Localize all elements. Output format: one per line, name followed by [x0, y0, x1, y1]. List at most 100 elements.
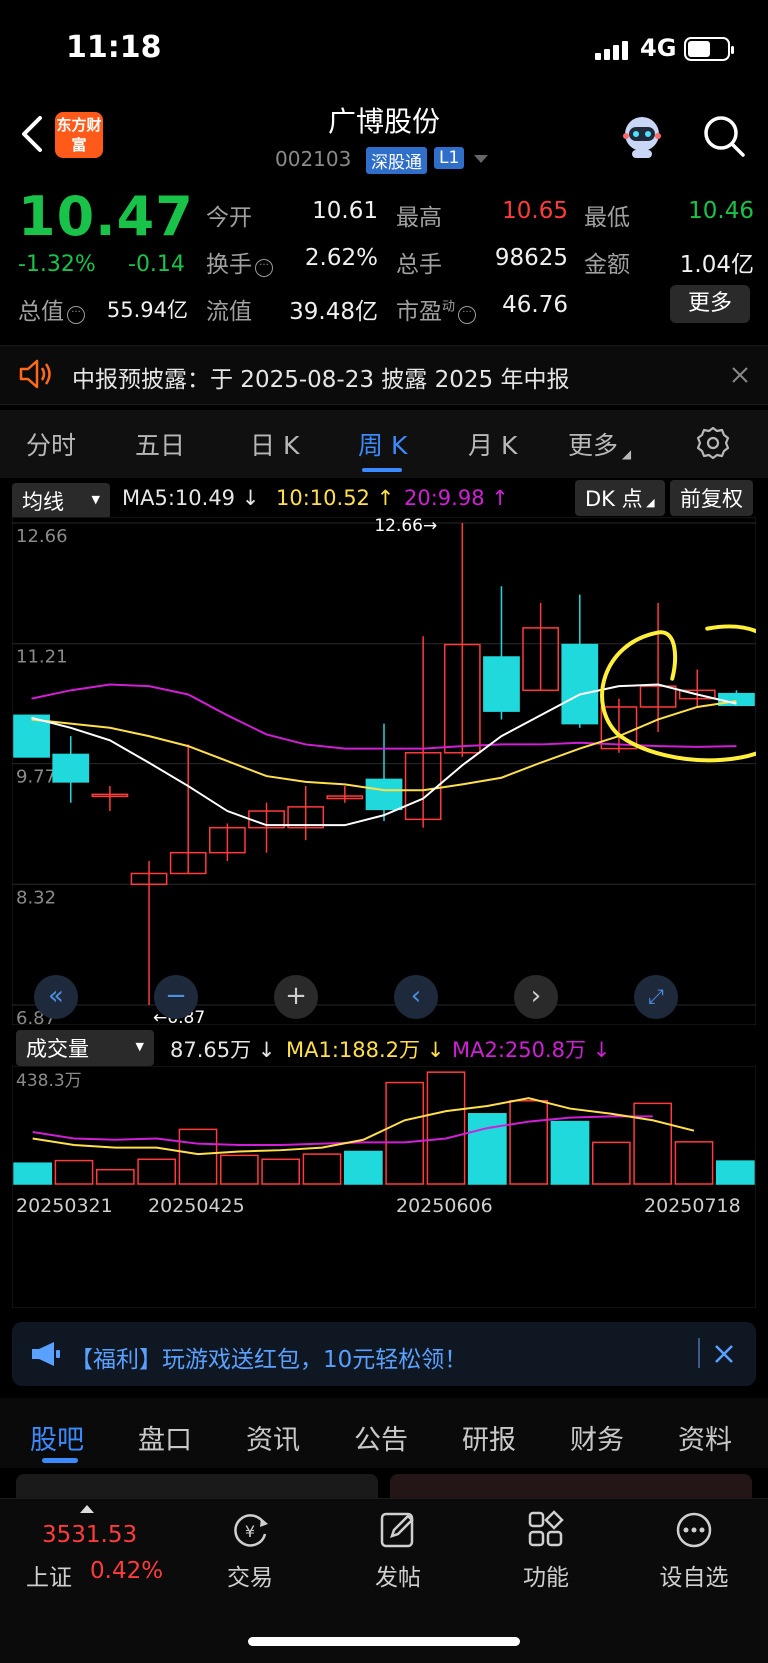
volume-label: 总手 [396, 252, 442, 278]
speaker-icon [19, 359, 51, 389]
info-icon: ··· [458, 306, 477, 324]
volume-bar [13, 1162, 53, 1185]
x-tick-label: 20250425 [148, 1195, 245, 1217]
index-change[interactable]: 0.42% [90, 1558, 163, 1584]
indicator-dropdown[interactable]: 均线 ▼ [12, 483, 110, 519]
amount-value: 1.04亿 [679, 252, 754, 278]
svg-text:¥: ¥ [245, 1522, 255, 1541]
tab-profile[interactable]: 资料 [678, 1418, 732, 1457]
tab-monthly-k[interactable]: 月 K [468, 426, 517, 462]
forum-card[interactable] [390, 1474, 752, 1498]
tab-research[interactable]: 研报 [462, 1418, 516, 1457]
candle-body [365, 778, 403, 811]
index-value[interactable]: 3531.53 [42, 1522, 137, 1548]
tab-orderbook[interactable]: 盘口 [138, 1418, 192, 1457]
caret-icon: ▼ [91, 493, 100, 506]
grid-icon [528, 1510, 564, 1547]
tab-daily-k[interactable]: 日 K [250, 426, 299, 462]
candle-body [561, 643, 599, 725]
megaphone-icon [32, 1342, 60, 1366]
open-value: 10.61 [312, 198, 378, 224]
edit-icon [380, 1512, 414, 1548]
close-icon[interactable] [731, 366, 749, 384]
ma5-readout: MA5:10.49 ↓ [122, 486, 260, 510]
float-value: 39.48亿 [289, 299, 378, 325]
vol-ma2-readout: MA2:250.8万 ↓ [452, 1038, 611, 1062]
close-icon[interactable] [714, 1344, 734, 1364]
tab-weekly-k[interactable]: 周 K [358, 426, 407, 462]
nav-watchlist[interactable]: 设自选 [644, 1510, 744, 1592]
volume-indicator-dropdown[interactable]: 成交量 ▼ [16, 1030, 154, 1066]
robot-assistant-icon[interactable] [618, 112, 666, 160]
index-name[interactable]: 上证 [26, 1558, 72, 1592]
mktcap-value: 55.94亿 [106, 298, 188, 322]
signal-icon [595, 41, 628, 60]
pe-label[interactable]: 市盈动 ··· [396, 292, 477, 326]
nav-functions[interactable]: 功能 [496, 1510, 596, 1592]
volume-chart[interactable]: 438.3万 20250321 20250425 20250606 20250718 [12, 1066, 756, 1308]
tab-news[interactable]: 资讯 [246, 1418, 300, 1457]
info-icon: ··· [67, 306, 85, 324]
caret-icon: ▼ [135, 1040, 144, 1053]
y-tick-label: 9.77 [16, 767, 56, 788]
x-tick-label: 20250718 [644, 1195, 741, 1217]
zoom-out-far-button[interactable]: « [34, 975, 78, 1019]
tab-forum[interactable]: 股吧 [30, 1418, 84, 1457]
ma10-readout: 10:10.52 ↑ [276, 486, 395, 510]
amount-label: 金额 [584, 252, 630, 278]
nav-post[interactable]: 发帖 [348, 1510, 448, 1592]
change-amount: -0.14 [128, 252, 185, 277]
ma20-readout: 20:9.98 ↑ [404, 486, 509, 510]
volume-bar [467, 1113, 507, 1185]
pe-value: 46.76 [502, 292, 568, 318]
y-tick-label: 11.21 [16, 647, 68, 668]
candle-body [483, 656, 520, 712]
change-percent: -1.32% [18, 252, 96, 277]
volume-bar [343, 1150, 383, 1185]
status-time: 11:18 [66, 30, 162, 65]
y-tick-label: 8.32 [16, 887, 56, 908]
high-label: 最高 [396, 205, 442, 231]
open-label: 今开 [206, 205, 252, 231]
level-badge: L1 [434, 147, 465, 169]
code-dropdown-icon[interactable] [474, 155, 488, 165]
nav-trade[interactable]: ¥ 交易 [200, 1510, 300, 1592]
tab-underline [42, 1458, 78, 1463]
x-tick-label: 20250321 [16, 1195, 113, 1217]
mktcap-label[interactable]: 总值 ··· [18, 292, 85, 326]
more-button[interactable]: 更多 [670, 285, 750, 323]
tab-intraday[interactable]: 分时 [26, 426, 76, 462]
tab-financials[interactable]: 财务 [570, 1418, 624, 1457]
volume-frame [12, 1066, 756, 1308]
promo-text: 【福利】玩游戏送红包，10元轻松领！ [70, 1347, 468, 1373]
turnover-label[interactable]: 换手 ··· [206, 245, 273, 279]
connect-badge: 深股通 [366, 147, 427, 174]
fullscreen-icon[interactable]: ⤢ [634, 975, 678, 1019]
search-icon[interactable] [702, 114, 746, 158]
dk-point-button[interactable]: DK 点 ◢ [575, 480, 665, 516]
forum-card[interactable] [16, 1474, 378, 1498]
zoom-in-button[interactable]: + [274, 975, 318, 1019]
kline-chart[interactable]: 12.6611.219.778.326.8712.66→←6.87 [12, 517, 756, 1025]
pan-left-button[interactable]: ‹ [394, 975, 438, 1019]
tab-more[interactable]: 更多 ◢ [568, 426, 631, 462]
network-type: 4G [640, 34, 677, 62]
high-marker: 12.66→ [374, 517, 437, 536]
tab-announcements[interactable]: 公告 [354, 1418, 408, 1457]
notice-text: 中报预披露：于 2025-08-23 披露 2025 年中报 [72, 367, 570, 393]
volume-readout: 87.65万 ↓ [170, 1038, 276, 1062]
pan-right-button[interactable]: › [514, 975, 558, 1019]
last-price: 10.47 [18, 185, 194, 248]
more-dots-icon [676, 1512, 712, 1548]
y-tick-label: 12.66 [16, 526, 68, 547]
home-indicator [248, 1637, 520, 1646]
tab-five-day[interactable]: 五日 [135, 426, 185, 462]
tab-underline [362, 468, 402, 472]
zoom-out-button[interactable]: − [154, 975, 198, 1019]
float-label: 流值 [206, 299, 252, 325]
vol-ma1-readout: MA1:188.2万 ↓ [286, 1038, 445, 1062]
gear-icon[interactable] [696, 426, 730, 460]
adjust-button[interactable]: 前复权 [670, 480, 753, 516]
low-value: 10.46 [688, 198, 754, 224]
stock-code: 002103 [275, 147, 352, 171]
